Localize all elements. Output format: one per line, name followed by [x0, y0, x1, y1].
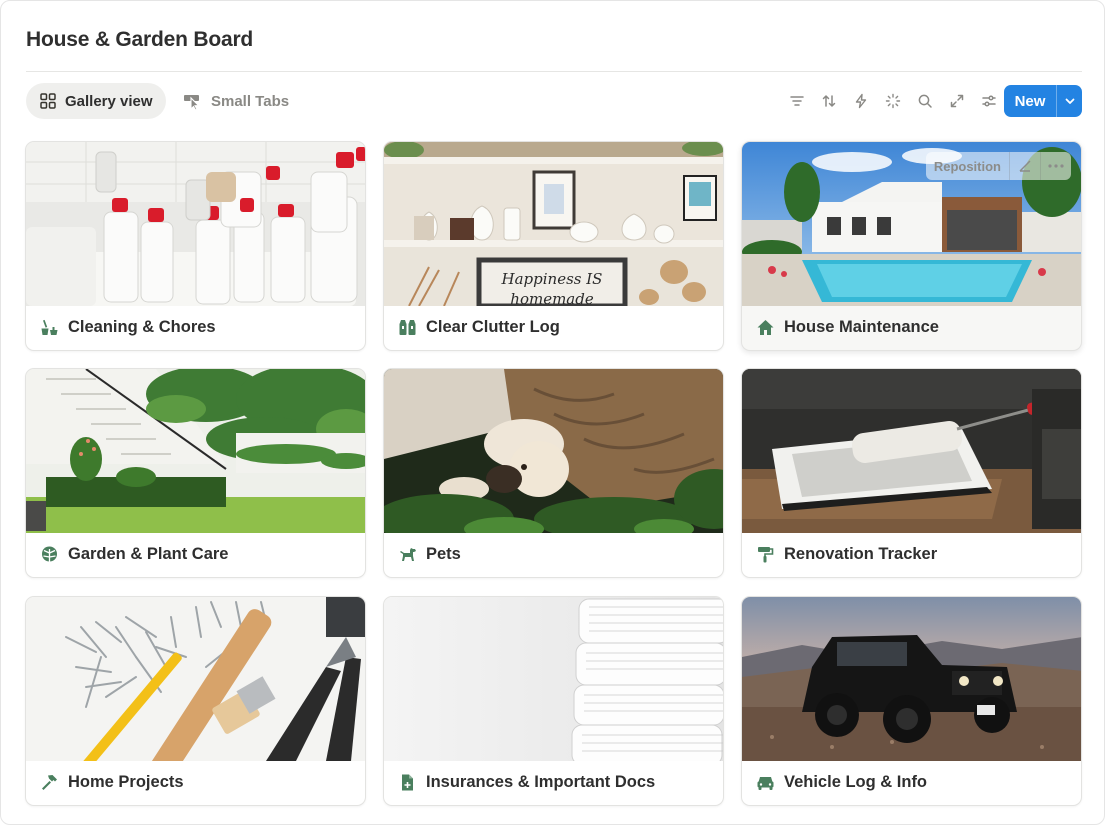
broom-bucket-icon — [40, 318, 59, 337]
search-icon — [918, 94, 932, 108]
hammer-icon — [40, 773, 59, 792]
gallery-card[interactable]: Renovation Tracker — [741, 368, 1082, 578]
gallery-board: House & Garden Board Gallery view Small … — [0, 0, 1105, 825]
paint-roller-icon — [756, 545, 775, 564]
tab-label: Gallery view — [65, 92, 153, 110]
sort-button[interactable] — [813, 85, 845, 117]
gallery-card[interactable]: Vehicle Log & Info — [741, 596, 1082, 806]
cursor-click-icon — [183, 92, 203, 110]
sparkle-icon — [885, 93, 901, 109]
car-icon — [756, 773, 775, 792]
dog-icon — [398, 545, 417, 564]
card-title-text: Renovation Tracker — [784, 545, 938, 563]
card-title-text: Vehicle Log & Info — [784, 773, 928, 791]
gallery-card[interactable]: Pets — [383, 368, 724, 578]
card-title: Renovation Tracker — [756, 545, 937, 564]
card-cover-image: Happiness IS homemade — [384, 142, 723, 306]
card-title-text: Home Projects — [68, 773, 184, 791]
card-title-text: Pets — [426, 545, 461, 563]
card-title-text: Insurances & Important Docs — [426, 773, 656, 791]
expand-button[interactable] — [941, 85, 973, 117]
filter-button[interactable] — [781, 85, 813, 117]
board-title: House & Garden Board — [26, 28, 254, 51]
sort-icon — [822, 95, 836, 107]
title-divider — [26, 71, 1082, 72]
tab-small-tabs[interactable]: Small Tabs — [181, 83, 291, 119]
card-title: Cleaning & Chores — [40, 318, 216, 337]
cover-hover-menu: Reposition — [925, 152, 1071, 180]
card-cover-image — [26, 369, 365, 533]
card-cover-image — [742, 597, 1081, 761]
card-title: Vehicle Log & Info — [756, 773, 927, 792]
new-dropdown-button[interactable] — [1057, 85, 1082, 117]
view-settings-button[interactable] — [973, 85, 1005, 117]
tab-gallery-view[interactable]: Gallery view — [26, 83, 166, 119]
ai-button[interactable] — [877, 85, 909, 117]
gallery-card[interactable]: Cleaning & Chores — [25, 141, 366, 351]
card-cover-image — [26, 597, 365, 761]
gallery-card[interactable]: Home Projects — [25, 596, 366, 806]
boxes-icon — [398, 318, 417, 337]
card-title: Garden & Plant Care — [40, 545, 228, 564]
filter-icon — [790, 96, 804, 106]
card-cover-image — [384, 369, 723, 533]
reposition-button[interactable]: Reposition — [926, 152, 1009, 180]
card-title: Insurances & Important Docs — [398, 773, 655, 792]
expand-icon — [950, 94, 964, 108]
more-options-button[interactable] — [1041, 152, 1071, 180]
card-title: Pets — [398, 545, 461, 564]
monstera-leaf-icon — [40, 545, 59, 564]
view-toolbar — [781, 85, 1005, 117]
svg-text:Happiness IS: Happiness IS — [501, 270, 603, 288]
document-plus-icon — [398, 773, 417, 792]
card-cover-image — [742, 369, 1081, 533]
gallery-grid-icon — [39, 92, 57, 110]
new-button[interactable]: New — [1004, 85, 1056, 117]
chevron-down-icon — [1065, 98, 1074, 104]
card-title-text: Cleaning & Chores — [68, 318, 216, 336]
card-title: Clear Clutter Log — [398, 318, 560, 337]
settings-sliders-icon — [982, 95, 996, 107]
gallery-card[interactable]: Insurances & Important Docs — [383, 596, 724, 806]
edit-cover-button[interactable] — [1010, 152, 1040, 180]
gallery-card[interactable]: Reposition House Maintenance — [741, 141, 1082, 351]
gallery-card[interactable]: Happiness IS homemade Clear Clutter Log — [383, 141, 724, 351]
ellipsis-icon — [1048, 164, 1064, 168]
card-cover-image — [26, 142, 365, 306]
automation-bolt-icon — [855, 93, 867, 109]
card-title: Home Projects — [40, 773, 184, 792]
card-cover-image — [384, 597, 723, 761]
tab-label: Small Tabs — [211, 92, 290, 110]
house-icon — [756, 318, 775, 337]
card-title-text: Clear Clutter Log — [426, 318, 560, 336]
gallery-card[interactable]: Garden & Plant Care — [25, 368, 366, 578]
card-title-text: House Maintenance — [784, 318, 939, 336]
new-button-group: New — [1004, 85, 1082, 117]
pencil-ruler-icon — [1019, 160, 1031, 172]
card-title: House Maintenance — [756, 318, 939, 337]
svg-text:homemade: homemade — [510, 290, 594, 306]
card-title-text: Garden & Plant Care — [68, 545, 229, 563]
automation-button[interactable] — [845, 85, 877, 117]
search-button[interactable] — [909, 85, 941, 117]
